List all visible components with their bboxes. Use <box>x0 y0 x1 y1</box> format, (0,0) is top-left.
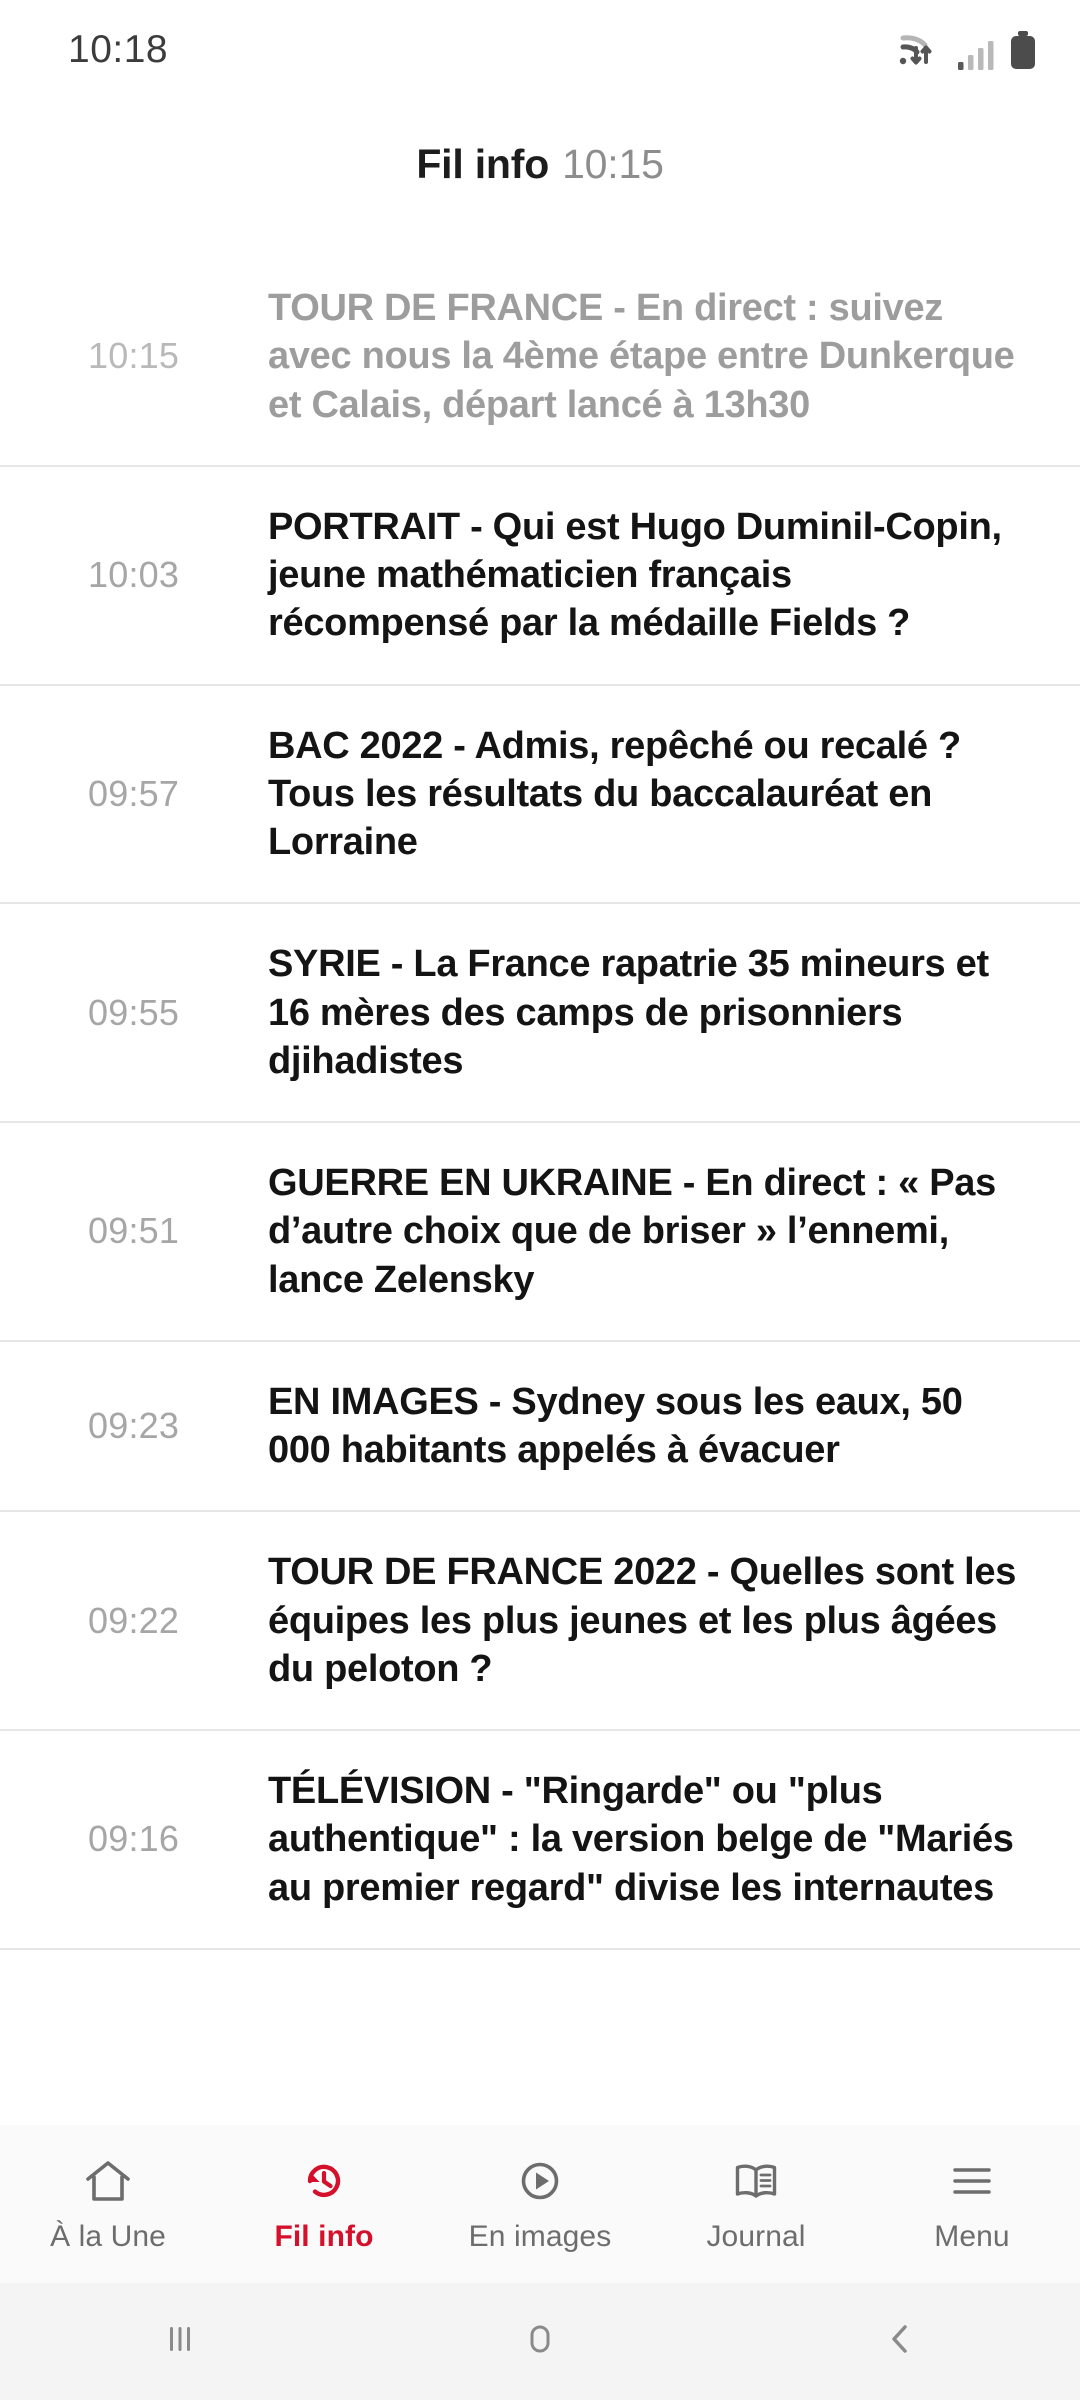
news-feed-item[interactable]: 09:57 BAC 2022 - Admis, repêché ou recalé… <box>0 685 1080 905</box>
page-title: Fil info <box>416 140 550 187</box>
news-item-timestamp: 09:51 <box>88 1210 180 1252</box>
back-button[interactable] <box>720 2319 1080 2364</box>
back-chevron-icon <box>880 2319 920 2364</box>
page-title-time: 10:15 <box>562 140 664 187</box>
status-bar: 10:18 <box>0 0 1080 100</box>
history-icon <box>297 2154 351 2208</box>
tab-en-images[interactable]: En images <box>432 2125 648 2283</box>
news-feed-item[interactable]: 09:16 TÉLÉVISION - "Ringarde" ou "plus au… <box>0 1731 1080 1950</box>
news-feed-item[interactable]: 09:23 EN IMAGES - Sydney sous les eaux, 5… <box>0 1341 1080 1513</box>
news-item-timestamp: 10:03 <box>88 554 180 596</box>
app-header: Fil info 10:15 <box>0 118 1080 210</box>
news-item-timestamp: 09:23 <box>88 1405 180 1446</box>
news-item-timestamp: 09:55 <box>88 991 180 1033</box>
tab-fil-info[interactable]: Fil info <box>216 2125 432 2283</box>
news-item-timestamp: 10:15 <box>88 335 180 377</box>
tab-la-une[interactable]: À la Une <box>0 2125 216 2283</box>
tab-label: Menu <box>934 2220 1010 2253</box>
news-feed-item[interactable]: 09:55 SYRIE - La France rapatrie 35 mineu… <box>0 904 1080 1123</box>
android-system-nav <box>0 2283 1080 2400</box>
news-feed-list[interactable]: 10:15 TOUR DE FRANCE - En direct : suivez… <box>0 248 1080 2125</box>
news-feed-item[interactable]: 09:51 GUERRE EN UKRAINE - En direct : « P… <box>0 1123 1080 1342</box>
status-bar-clock: 10:18 <box>68 28 169 71</box>
news-item-headline: PORTRAIT - Qui est Hugo Duminil-Copin, j… <box>268 505 1002 645</box>
tab-journal[interactable]: Journal <box>648 2125 864 2283</box>
news-feed-item[interactable]: 10:03 PORTRAIT - Qui est Hugo Duminil-Cop… <box>0 466 1080 686</box>
home-square-icon <box>520 2319 560 2364</box>
wifi-transfer-icon <box>892 28 944 72</box>
news-item-headline: SYRIE - La France rapatrie 35 mineurs et… <box>268 943 989 1082</box>
recents-icon <box>160 2319 200 2364</box>
news-feed-item[interactable]: 10:15 TOUR DE FRANCE - En direct : suivez… <box>0 248 1080 467</box>
cellular-signal-icon <box>956 32 996 72</box>
news-item-headline: BAC 2022 - Admis, repêché ou recalé ? To… <box>268 724 961 864</box>
tab-label: Journal <box>706 2220 806 2253</box>
recents-button[interactable] <box>0 2319 360 2364</box>
news-item-headline: TOUR DE FRANCE - En direct : suivez avec… <box>268 287 1015 426</box>
book-icon <box>729 2154 783 2208</box>
home-button[interactable] <box>360 2319 720 2364</box>
status-bar-icons <box>892 28 1038 72</box>
news-item-headline: EN IMAGES - Sydney sous les eaux, 50 000… <box>268 1380 963 1471</box>
home-icon <box>81 2154 135 2208</box>
news-item-timestamp: 09:57 <box>88 772 180 814</box>
news-item-timestamp: 09:16 <box>88 1818 180 1860</box>
bottom-tab-bar: À la Une Fil info En images Journal Menu <box>0 2125 1080 2283</box>
news-item-timestamp: 09:22 <box>88 1599 180 1641</box>
battery-icon <box>1008 30 1038 72</box>
tab-label: Fil info <box>274 2220 374 2253</box>
tab-menu[interactable]: Menu <box>864 2125 1080 2283</box>
hamburger-icon <box>945 2154 999 2208</box>
phone-screen: 10:18 Fil info 10:15 10:15 TOUR DE FRANC… <box>0 0 1080 2400</box>
news-item-headline: TÉLÉVISION - "Ringarde" ou "plus authent… <box>268 1770 1014 1909</box>
tab-label: À la Une <box>50 2220 166 2253</box>
news-item-headline: TOUR DE FRANCE 2022 - Quelles sont les é… <box>268 1551 1017 1690</box>
news-feed-item[interactable]: 09:22 TOUR DE FRANCE 2022 - Quelles sont … <box>0 1512 1080 1731</box>
tab-label: En images <box>468 2220 612 2253</box>
news-item-headline: GUERRE EN UKRAINE - En direct : « Pas d’… <box>268 1162 996 1301</box>
play-circle-icon <box>513 2154 567 2208</box>
